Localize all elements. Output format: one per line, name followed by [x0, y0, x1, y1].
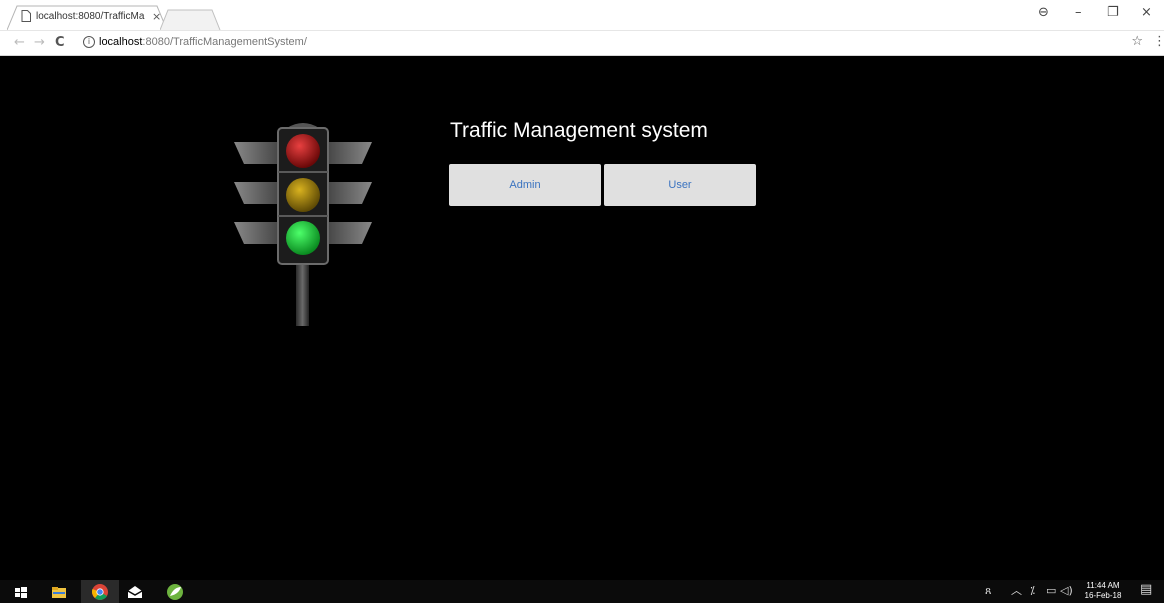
reload-icon[interactable]: C — [55, 35, 65, 51]
clock[interactable]: 11:44 AM 16-Feb-18 — [1080, 581, 1126, 601]
minimize-icon[interactable]: – — [1075, 6, 1082, 20]
notification-icon[interactable]: ▤ — [1140, 583, 1152, 596]
windows-start-icon[interactable] — [12, 583, 30, 601]
traffic-light-image — [234, 123, 372, 326]
yellow-light — [286, 178, 320, 212]
people-icon[interactable]: ጸ — [985, 585, 991, 597]
bookmark-star-icon[interactable]: ☆ — [1131, 34, 1143, 49]
clock-time: 11:44 AM — [1086, 581, 1120, 590]
user-button[interactable]: User — [604, 164, 756, 206]
admin-button[interactable]: Admin — [449, 164, 601, 206]
tab-strip: localhost:8080/TrafficMa × ⊖ – ❐ × — [0, 0, 1164, 31]
page-content: Traffic Management system Admin User — [0, 56, 1164, 580]
profile-icon[interactable]: ⊖ — [1038, 6, 1049, 20]
new-tab-button[interactable] — [160, 9, 222, 30]
url-path: :8080/TrafficManagementSystem/ — [142, 36, 307, 48]
back-icon[interactable]: ← — [14, 35, 25, 51]
maximize-icon[interactable]: ❐ — [1107, 6, 1119, 20]
chrome-icon[interactable] — [91, 583, 109, 601]
clock-date: 16-Feb-18 — [1084, 591, 1122, 600]
url-text[interactable]: localhost:8080/TrafficManagementSystem/ — [99, 36, 307, 48]
page-icon — [21, 10, 31, 22]
mail-icon[interactable] — [126, 583, 144, 601]
toolbar: ← → C i localhost:8080/TrafficManagement… — [0, 31, 1164, 56]
battery-icon[interactable]: ▭ — [1046, 585, 1056, 597]
spring-tool-icon[interactable] — [166, 583, 184, 601]
browser-tab[interactable]: localhost:8080/TrafficMa × — [7, 5, 167, 30]
menu-icon[interactable]: ⋮ — [1153, 34, 1164, 50]
tab-title: localhost:8080/TrafficMa — [36, 11, 145, 22]
url-host: localhost — [99, 36, 143, 48]
close-window-icon[interactable]: × — [1141, 6, 1152, 20]
wifi-icon[interactable]: ⁒ — [1030, 585, 1035, 597]
info-icon[interactable]: i — [83, 36, 95, 48]
green-light — [286, 221, 320, 255]
volume-icon[interactable]: ◁) — [1060, 585, 1073, 597]
page-title: Traffic Management system — [450, 119, 708, 142]
show-hidden-icons-chevron-icon[interactable]: ︿ — [1011, 585, 1022, 597]
address-bar[interactable]: i localhost:8080/TrafficManagementSystem… — [71, 33, 1145, 52]
red-light — [286, 134, 320, 168]
file-explorer-icon[interactable] — [50, 583, 68, 601]
taskbar: ጸ ︿ ⁒ ▭ ◁) 11:44 AM 16-Feb-18 ▤ — [0, 580, 1164, 603]
forward-icon[interactable]: → — [34, 35, 45, 51]
